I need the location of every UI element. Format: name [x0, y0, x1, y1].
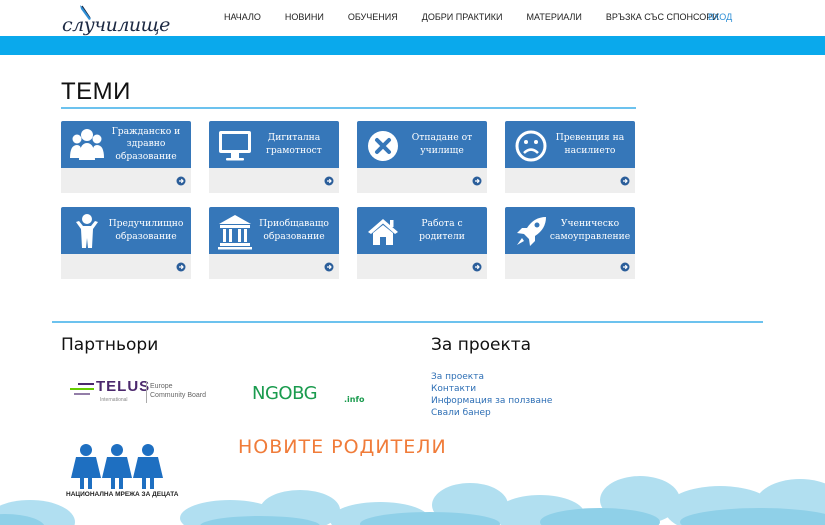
people-group-icon — [70, 129, 104, 160]
site-logo[interactable]: случилище — [62, 14, 170, 36]
x-circle-icon — [368, 131, 398, 161]
topic-card-inclusive[interactable]: Приобщаващо образование — [209, 207, 339, 279]
ngobg-logo-suffix: .info — [344, 395, 365, 404]
main-nav: НАЧАЛО НОВИНИ ОБУЧЕНИЯ ДОБРИ ПРАКТИКИ МА… — [224, 12, 743, 22]
telus-tagline-line-1: Europe — [150, 383, 173, 390]
topic-card-dropout[interactable]: Отпадане от училище — [357, 121, 487, 193]
header-bar — [0, 36, 825, 55]
topic-card-civic-health[interactable]: Гражданско и здравно образование — [61, 121, 191, 193]
telus-logo-icon[interactable] — [68, 378, 96, 400]
download-banner-link[interactable]: Свали банер — [431, 407, 552, 419]
topic-card-parents[interactable]: Работа с родители — [357, 207, 487, 279]
novite-roditeli-logo[interactable]: НОВИТЕ РОДИТЕЛИ — [238, 436, 447, 458]
arrow-circle-right-icon[interactable] — [324, 176, 334, 186]
topic-card-label: Предучилищно образование — [108, 218, 184, 242]
topic-card-violence-prevention[interactable]: Превенция на насилието — [505, 121, 635, 193]
nav-item-home[interactable]: НАЧАЛО — [224, 12, 261, 22]
about-project-link[interactable]: За проекта — [431, 371, 552, 383]
telus-logo-sub: International — [100, 397, 128, 403]
footer-divider — [52, 321, 763, 323]
institution-icon — [218, 215, 252, 250]
terms-of-use-link[interactable]: Информация за ползване — [431, 395, 552, 407]
nav-item-trainings[interactable]: ОБУЧЕНИЯ — [348, 12, 398, 22]
topic-card-label: Дигитална грамотност — [266, 132, 322, 156]
topic-card-label: Ученическо самоуправление — [549, 218, 631, 242]
telus-logo-divider — [146, 381, 147, 403]
login-link[interactable]: ВХОД — [708, 12, 732, 22]
topic-card-label: Приобщаващо образование — [259, 218, 329, 242]
partners-heading: Партньори — [61, 335, 159, 355]
arrow-circle-right-icon[interactable] — [176, 262, 186, 272]
arrow-circle-right-icon[interactable] — [620, 262, 630, 272]
ngobg-logo[interactable]: NGOBG — [252, 383, 318, 404]
topic-card-label: Отпадане от училище — [411, 132, 473, 156]
topic-card-label: Превенция на насилието — [555, 132, 625, 156]
arrow-circle-right-icon[interactable] — [176, 176, 186, 186]
telus-tagline-line-2: Community Board — [150, 392, 207, 399]
topic-card-label: Работа с родители — [419, 218, 465, 242]
topic-card-label: Гражданско и здравно образование — [111, 125, 181, 162]
about-links: За проекта Контакти Информация за ползва… — [431, 371, 552, 419]
topic-card-self-government[interactable]: Ученическо самоуправление — [505, 207, 635, 279]
page-title: ТЕМИ — [61, 78, 131, 105]
monitor-icon — [219, 131, 251, 161]
telus-logo-tagline: Europe Community Board — [150, 382, 206, 400]
home-icon — [368, 219, 398, 245]
topic-card-preschool[interactable]: Предучилищно образование — [61, 207, 191, 279]
nav-item-materials[interactable]: МАТЕРИАЛИ — [527, 12, 582, 22]
title-divider — [61, 107, 636, 109]
nav-item-news[interactable]: НОВИНИ — [285, 12, 324, 22]
rocket-icon — [517, 217, 546, 246]
nav-item-sponsors[interactable]: ВРЪЗКА СЪС СПОНСОРИ — [606, 12, 719, 22]
arrow-circle-right-icon[interactable] — [472, 262, 482, 272]
arrow-circle-right-icon[interactable] — [620, 176, 630, 186]
nav-item-good-practices[interactable]: ДОБРИ ПРАКТИКИ — [422, 12, 503, 22]
telus-logo[interactable]: TELUS — [96, 378, 150, 395]
contacts-link[interactable]: Контакти — [431, 383, 552, 395]
topic-card-digital-literacy[interactable]: Дигитална грамотност — [209, 121, 339, 193]
arrow-circle-right-icon[interactable] — [472, 176, 482, 186]
sad-face-icon — [515, 130, 547, 162]
clouds-decoration — [0, 476, 825, 525]
about-heading: За проекта — [431, 335, 532, 355]
child-icon — [76, 214, 98, 248]
arrow-circle-right-icon[interactable] — [324, 262, 334, 272]
